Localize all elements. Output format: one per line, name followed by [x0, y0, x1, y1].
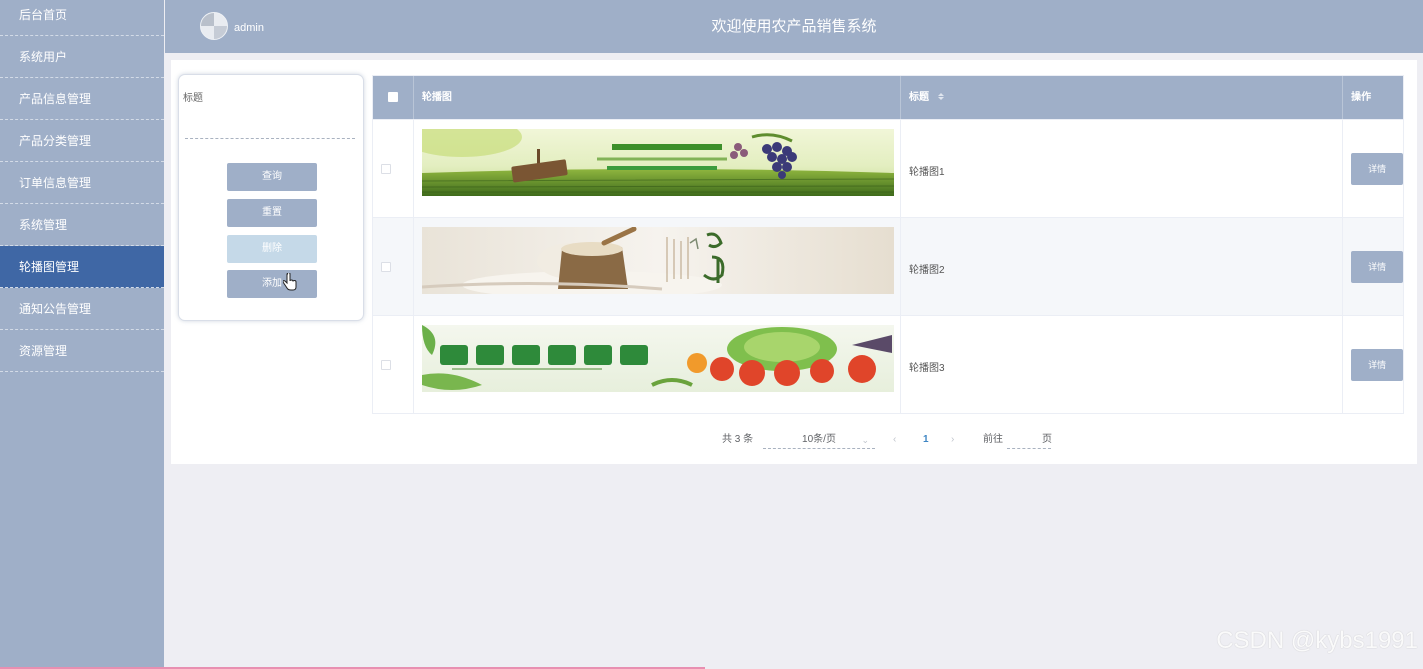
page-size-select[interactable]: 10条/页 ⌄: [763, 432, 875, 449]
page-number-current[interactable]: 1: [923, 432, 929, 447]
main-content: 标题 查询 重置 删除 添加 轮播图 标题 操作 轮播图1 详情 轮播图2 详情…: [171, 60, 1417, 464]
goto-label: 前往: [983, 434, 1003, 445]
detail-button[interactable]: 详情: [1351, 349, 1404, 381]
select-all-cell: [373, 76, 414, 119]
site-title: 欢迎使用农产品销售系统: [711, 18, 877, 35]
search-panel: 标题 查询 重置 删除 添加: [178, 74, 364, 321]
detail-button[interactable]: 详情: [1351, 153, 1404, 185]
carousel-table: 轮播图 标题 操作 轮播图1 详情 轮播图2 详情 轮播图3 详情: [372, 75, 1404, 414]
watermark: CSDN @kybs1991: [1216, 627, 1418, 654]
delete-button[interactable]: 删除: [227, 235, 317, 263]
row-checkbox[interactable]: [381, 164, 391, 174]
page-size-value: 10条/页: [802, 434, 836, 445]
pagination: 共 3 条 10条/页 ⌄ ‹ 1 › 前往 页: [171, 432, 1417, 450]
page-unit-label: 页: [1042, 434, 1052, 445]
row-title: 轮播图1: [908, 167, 945, 178]
banner-image-rice-sack: [421, 227, 894, 294]
sidebar-item-order-info[interactable]: 订单信息管理: [0, 162, 164, 204]
sort-icon[interactable]: [937, 92, 944, 100]
search-title-label: 标题: [183, 93, 203, 104]
pagination-total: 共 3 条: [722, 434, 754, 445]
reset-button[interactable]: 重置: [227, 199, 317, 227]
next-page-icon[interactable]: ›: [951, 432, 954, 447]
sidebar-item-product-info[interactable]: 产品信息管理: [0, 78, 164, 120]
chevron-down-icon: ⌄: [861, 435, 869, 445]
column-header-image: 轮播图: [414, 76, 901, 119]
column-header-title-label: 标题: [908, 92, 929, 103]
sidebar: 后台首页 系统用户 产品信息管理 产品分类管理 订单信息管理 系统管理 轮播图管…: [0, 0, 164, 669]
top-header: admin 欢迎使用农产品销售系统: [165, 0, 1423, 53]
sidebar-item-resource[interactable]: 资源管理: [0, 330, 164, 372]
table-header: 轮播图 标题 操作: [373, 76, 1403, 119]
row-title: 轮播图2: [908, 265, 945, 276]
search-title-input[interactable]: [185, 121, 355, 139]
column-header-actions: 操作: [1351, 92, 1372, 103]
table-row: 轮播图3 详情: [373, 315, 1404, 413]
prev-page-icon[interactable]: ‹: [893, 432, 896, 447]
sidebar-item-notice[interactable]: 通知公告管理: [0, 288, 164, 330]
sidebar-item-system-users[interactable]: 系统用户: [0, 36, 164, 78]
sidebar-item-system-manage[interactable]: 系统管理: [0, 204, 164, 246]
table-row: 轮播图2 详情: [373, 217, 1404, 315]
sidebar-item-product-category[interactable]: 产品分类管理: [0, 120, 164, 162]
sidebar-item-carousel[interactable]: 轮播图管理: [0, 246, 164, 288]
banner-image-grapes-field: [421, 129, 894, 196]
row-checkbox[interactable]: [381, 360, 391, 370]
banner-image-vegetables: [421, 325, 894, 392]
query-button[interactable]: 查询: [227, 163, 317, 191]
detail-button[interactable]: 详情: [1351, 251, 1404, 283]
column-header-title[interactable]: 标题: [901, 76, 1344, 119]
sidebar-item-home[interactable]: 后台首页: [0, 0, 164, 36]
hand-cursor-icon: [283, 273, 297, 291]
add-button[interactable]: 添加: [227, 270, 317, 298]
table-row: 轮播图1 详情: [373, 119, 1404, 217]
row-title: 轮播图3: [908, 363, 945, 374]
select-all-checkbox[interactable]: [387, 92, 398, 102]
row-checkbox[interactable]: [381, 262, 391, 272]
